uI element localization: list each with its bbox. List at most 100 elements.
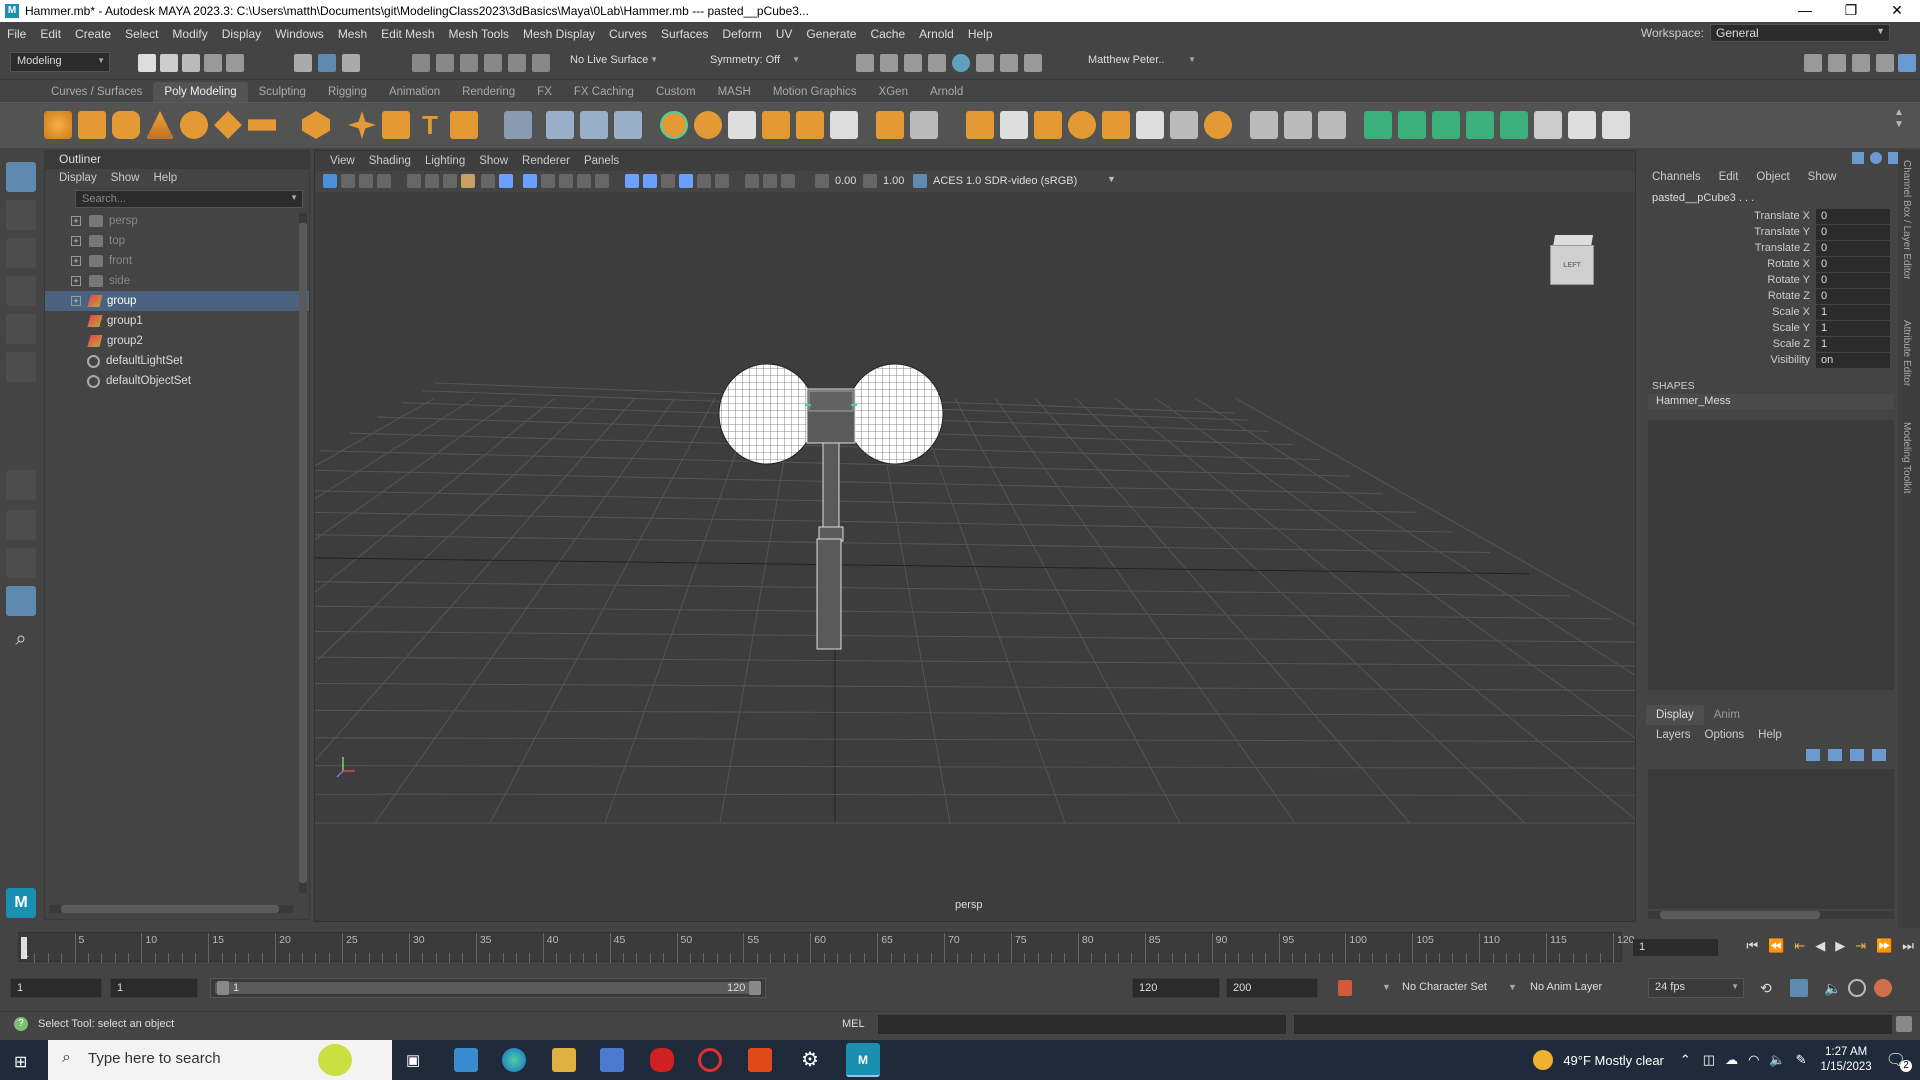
shelf-tab-rendering[interactable]: Rendering [451, 82, 526, 102]
target-weld-icon[interactable] [1068, 111, 1096, 139]
workspace-dropdown[interactable]: General [1710, 24, 1890, 42]
attr-translate-y[interactable]: Translate Y 0 [1646, 224, 1896, 240]
range-slider[interactable]: 1 120 [210, 978, 766, 998]
live-surface-field[interactable]: No Live Surface [564, 52, 662, 72]
cut-uv-icon[interactable] [1500, 111, 1528, 139]
text-mesh-icon[interactable]: T [416, 111, 444, 139]
smooth-shade-icon[interactable] [541, 174, 555, 188]
separate-icon[interactable] [580, 111, 608, 139]
poly-disc-icon[interactable] [248, 119, 276, 131]
snap-point-icon[interactable] [460, 54, 478, 72]
volume-icon[interactable]: 🔈 [1769, 1052, 1785, 1068]
search-icon[interactable]: ⌕ [6, 628, 36, 658]
save-scene-icon[interactable] [182, 54, 200, 72]
cache-playback-icon[interactable] [1790, 979, 1808, 997]
outliner-item-group1[interactable]: group1 [45, 311, 309, 331]
layer-menu-options[interactable]: Options [1705, 729, 1745, 741]
poly-plane-icon[interactable] [214, 111, 242, 139]
shelf-tab-poly-modeling[interactable]: Poly Modeling [153, 82, 248, 102]
unfold-uv-icon[interactable] [1602, 111, 1630, 139]
outliner-item-persp[interactable]: + persp [45, 211, 309, 231]
poly-cube-icon[interactable] [78, 111, 106, 139]
anti-aliasing-icon[interactable] [679, 174, 693, 188]
attr-scale-z[interactable]: Scale Z 1 [1646, 336, 1896, 352]
gamma-icon[interactable] [863, 174, 877, 188]
maya-taskbar-icon[interactable]: M [846, 1043, 880, 1077]
fill-hole-icon[interactable] [966, 111, 994, 139]
shelf-tab-fx[interactable]: FX [526, 82, 563, 102]
network-icon[interactable]: ◫ [1703, 1052, 1715, 1068]
go-to-start-icon[interactable]: ⏮ [1746, 938, 1758, 954]
attr-scale-y[interactable]: Scale Y 1 [1646, 320, 1896, 336]
clock[interactable]: 1:27 AM 1/15/2023 [1821, 1045, 1872, 1075]
menu-windows[interactable]: Windows [268, 27, 331, 41]
character-set-chevron-icon[interactable]: ▼ [1382, 982, 1391, 992]
maximize-button[interactable]: ❐ [1828, 0, 1874, 22]
play-forwards-icon[interactable]: ▶ [1835, 938, 1845, 954]
attr-value-field[interactable]: 1 [1816, 320, 1890, 336]
color-management-icon[interactable] [913, 174, 927, 188]
two-view-layout-icon[interactable] [6, 548, 36, 578]
scale-tool-icon[interactable] [6, 352, 36, 382]
menu-select[interactable]: Select [118, 27, 165, 41]
animation-prefs-icon[interactable] [1848, 979, 1866, 997]
svg-mesh-icon[interactable] [450, 111, 478, 139]
attr-value-field[interactable]: 0 [1816, 208, 1890, 224]
expand-icon[interactable]: + [71, 216, 81, 226]
auto-key-icon[interactable] [1338, 980, 1352, 996]
snap-pivot-icon[interactable] [532, 54, 550, 72]
weather-moon-icon[interactable] [1533, 1050, 1554, 1070]
move-layer-up-icon[interactable] [1806, 749, 1820, 761]
outliner-menu-help[interactable]: Help [154, 172, 178, 184]
show-hidden-icons-chevron-icon[interactable]: ⌃ [1680, 1052, 1691, 1068]
use-lights-icon[interactable] [595, 174, 609, 188]
viewport-menu-renderer[interactable]: Renderer [515, 155, 577, 167]
toggle-outliner-icon[interactable] [1898, 54, 1916, 72]
wireframe-icon[interactable] [523, 174, 537, 188]
channelbox-menu-edit[interactable]: Edit [1719, 171, 1739, 183]
side-tab-channel-box[interactable]: Channel Box / Layer Editor [1901, 160, 1912, 280]
menu-modify[interactable]: Modify [165, 27, 214, 41]
snap-curve-icon[interactable] [436, 54, 454, 72]
outliner-item-front[interactable]: + front [45, 251, 309, 271]
hypershade-icon[interactable] [928, 54, 946, 72]
outliner-item-defaultobjectset[interactable]: defaultObjectSet [45, 371, 309, 391]
menu-create[interactable]: Create [68, 27, 118, 41]
outliner-item-defaultlightset[interactable]: defaultLightSet [45, 351, 309, 371]
super-shape-icon[interactable] [348, 111, 376, 139]
playback-end-field[interactable]: 120 [1132, 978, 1220, 998]
range-end-handle[interactable] [749, 981, 761, 995]
expand-icon[interactable]: + [71, 256, 81, 266]
ambient-occlusion-icon[interactable] [643, 174, 657, 188]
menu-uv[interactable]: UV [769, 27, 800, 41]
script-editor-icon[interactable] [1896, 1016, 1912, 1032]
expand-icon[interactable]: + [71, 276, 81, 286]
quad-draw-icon[interactable] [1034, 111, 1062, 139]
select-component-icon[interactable] [342, 54, 360, 72]
select-object-icon[interactable] [318, 54, 336, 72]
pen-icon[interactable]: ✎ [1796, 1052, 1807, 1068]
close-button[interactable]: ✕ [1874, 0, 1920, 22]
motion-blur-icon[interactable] [661, 174, 675, 188]
file-explorer-icon[interactable] [552, 1048, 576, 1072]
gamma-value[interactable]: 1.00 [883, 175, 904, 187]
spherical-mapping-icon[interactable] [1432, 111, 1460, 139]
menu-edit-mesh[interactable]: Edit Mesh [374, 27, 441, 41]
expand-icon[interactable]: + [71, 296, 81, 306]
attr-value-field[interactable]: 0 [1816, 224, 1890, 240]
viewport-menu-show[interactable]: Show [472, 155, 515, 167]
toggle-tool-settings-icon[interactable] [1852, 54, 1870, 72]
minimize-button[interactable]: — [1782, 0, 1828, 22]
office-icon[interactable] [748, 1048, 772, 1072]
shelf-tab-arnold[interactable]: Arnold [919, 82, 974, 102]
pencil-curve-icon[interactable] [1250, 111, 1278, 139]
task-view-icon[interactable]: ▣ [406, 1051, 420, 1069]
append-polygon-icon[interactable] [876, 111, 904, 139]
render-view-icon[interactable] [952, 54, 970, 72]
range-start-handle[interactable] [217, 981, 229, 995]
outliner-menu-display[interactable]: Display [59, 172, 97, 184]
layer-hscrollbar[interactable] [1648, 911, 1894, 919]
shelf-scroll-icon[interactable]: ▲ ▼ [1892, 107, 1906, 143]
play-backwards-icon[interactable]: ◀ [1815, 938, 1825, 954]
poly-sphere-icon[interactable] [44, 111, 72, 139]
